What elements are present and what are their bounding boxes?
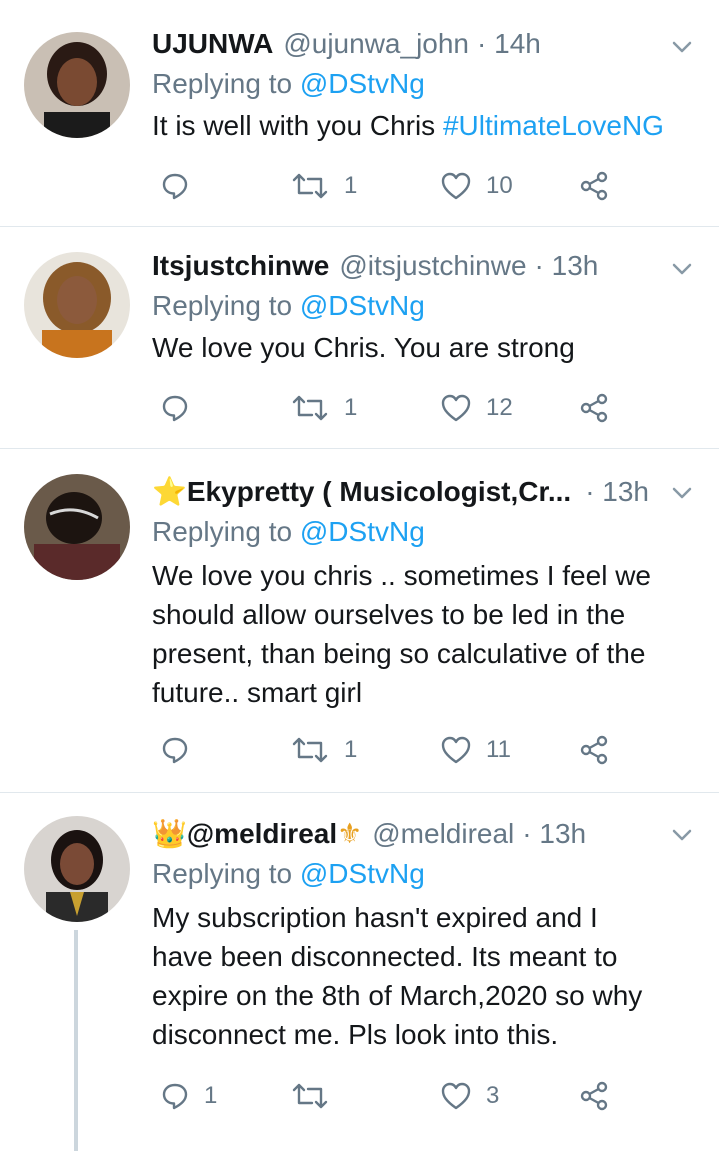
share-button[interactable]	[578, 1076, 610, 1116]
like-icon	[441, 394, 471, 422]
retweet-button[interactable]: 1	[290, 388, 357, 428]
like-button[interactable]: 10	[440, 166, 513, 206]
like-icon	[441, 172, 471, 200]
reply-button[interactable]	[160, 730, 204, 770]
crown-emoji-icon: 👑	[152, 818, 187, 849]
user-handle[interactable]: @ujunwa_john	[283, 24, 469, 64]
tweet-text-line: expire on the 8th of March,2020 so why	[152, 980, 643, 1011]
replying-label: Replying to	[152, 858, 293, 889]
reply-icon	[162, 1083, 188, 1110]
reply-button[interactable]: 1	[160, 1076, 217, 1116]
hashtag-link[interactable]: #UltimateLoveNG	[443, 110, 664, 141]
like-button[interactable]: 3	[440, 1076, 499, 1116]
share-icon	[580, 171, 608, 201]
display-name[interactable]: UJUNWA	[152, 24, 273, 64]
user-handle[interactable]: @meldireal	[372, 814, 514, 854]
replying-to: Replying to @DStvNg	[152, 512, 689, 552]
reply-icon	[162, 173, 188, 200]
share-icon	[580, 735, 608, 765]
tweet-text-line: should allow ourselves to be led in the	[152, 599, 626, 630]
tweet-1[interactable]: UJUNWA @ujunwa_john · 14h Replying to @D…	[0, 0, 719, 227]
like-icon	[441, 1082, 471, 1110]
timestamp: · 13h	[534, 250, 599, 281]
replying-label: Replying to	[152, 68, 293, 99]
avatar[interactable]	[24, 252, 130, 358]
tweet-text: We love you chris .. sometimes I feel we…	[152, 556, 689, 712]
tweet-text: It is well with you Chris #UltimateLoveN…	[152, 106, 689, 145]
reply-button[interactable]	[160, 388, 204, 428]
replying-label: Replying to	[152, 290, 293, 321]
like-button[interactable]: 12	[440, 388, 513, 428]
tweet-3[interactable]: ⭐Ekypretty ( Musicologist,Cr... · 13h Re…	[0, 448, 719, 793]
reply-icon	[162, 737, 188, 764]
display-name[interactable]: Itsjustchinwe	[152, 246, 329, 286]
avatar[interactable]	[24, 474, 130, 580]
tweet-text-line: have been disconnected. Its meant to	[152, 941, 618, 972]
chevron-down-icon[interactable]	[671, 482, 693, 504]
avatar[interactable]	[24, 816, 130, 922]
display-name-text: Ekypretty ( Musicologist,Cr...	[186, 476, 572, 507]
user-handle[interactable]: @itsjustchinwe	[339, 246, 526, 286]
tweet-4[interactable]: 👑@meldireal⚜ @meldireal · 13h Replying t…	[0, 792, 719, 1151]
retweet-button[interactable]: 1	[290, 166, 357, 206]
share-button[interactable]	[578, 730, 610, 770]
retweet-button[interactable]	[290, 1076, 344, 1116]
retweet-icon	[292, 173, 328, 199]
tweet-text-line: My subscription hasn't expired and I	[152, 902, 598, 933]
mention-link[interactable]: @DStvNg	[300, 516, 425, 547]
like-count: 10	[486, 172, 513, 199]
display-name[interactable]: ⭐Ekypretty ( Musicologist,Cr...	[152, 472, 571, 512]
tweet-text-line: We love you chris .. sometimes I feel we	[152, 560, 651, 591]
reply-button[interactable]	[160, 166, 204, 206]
display-name-text: @meldireal	[186, 818, 338, 849]
tweet-text-line: disconnect me. Pls look into this.	[152, 1019, 559, 1050]
star-emoji-icon: ⭐	[152, 476, 187, 507]
retweet-count: 1	[344, 736, 358, 763]
timestamp: · 13h	[585, 476, 650, 507]
avatar[interactable]	[24, 32, 130, 138]
retweet-icon	[292, 737, 328, 763]
replying-label: Replying to	[152, 516, 293, 547]
retweet-icon	[292, 395, 328, 421]
share-icon	[580, 393, 608, 423]
fleur-de-lis-icon: ⚜	[337, 818, 363, 849]
like-button[interactable]: 11	[440, 730, 511, 770]
tweet-text: My subscription hasn't expired and I hav…	[152, 898, 689, 1054]
retweet-count: 1	[344, 172, 358, 199]
mention-link[interactable]: @DStvNg	[300, 290, 425, 321]
tweet-2[interactable]: Itsjustchinwe @itsjustchinwe · 13h Reply…	[0, 226, 719, 449]
tweet-text: We love you Chris. You are strong	[152, 332, 575, 363]
chevron-down-icon[interactable]	[671, 824, 693, 846]
like-count: 12	[486, 394, 513, 421]
reply-count: 1	[204, 1082, 218, 1109]
chevron-down-icon[interactable]	[671, 258, 693, 280]
replying-to: Replying to @DStvNg	[152, 64, 689, 104]
chevron-down-icon[interactable]	[671, 36, 693, 58]
share-button[interactable]	[578, 388, 610, 428]
like-count: 11	[486, 736, 511, 763]
mention-link[interactable]: @DStvNg	[300, 858, 425, 889]
retweet-count: 1	[344, 394, 358, 421]
tweet-text-line: future.. smart girl	[152, 677, 363, 708]
share-button[interactable]	[578, 166, 610, 206]
tweet-text-body: It is well with you Chris	[152, 110, 443, 141]
display-name[interactable]: 👑@meldireal⚜	[152, 814, 362, 854]
reply-icon	[162, 395, 188, 422]
tweet-text-line: present, than being so calculative of th…	[152, 638, 646, 669]
timestamp: · 13h	[522, 818, 587, 849]
retweet-button[interactable]: 1	[290, 730, 357, 770]
like-count: 3	[486, 1082, 500, 1109]
thread-connector	[74, 930, 78, 1151]
replying-to: Replying to @DStvNg	[152, 286, 689, 326]
mention-link[interactable]: @DStvNg	[300, 68, 425, 99]
share-icon	[580, 1081, 608, 1111]
like-icon	[441, 736, 471, 764]
retweet-icon	[292, 1083, 328, 1109]
timestamp: · 14h	[477, 28, 541, 59]
replying-to: Replying to @DStvNg	[152, 854, 689, 894]
